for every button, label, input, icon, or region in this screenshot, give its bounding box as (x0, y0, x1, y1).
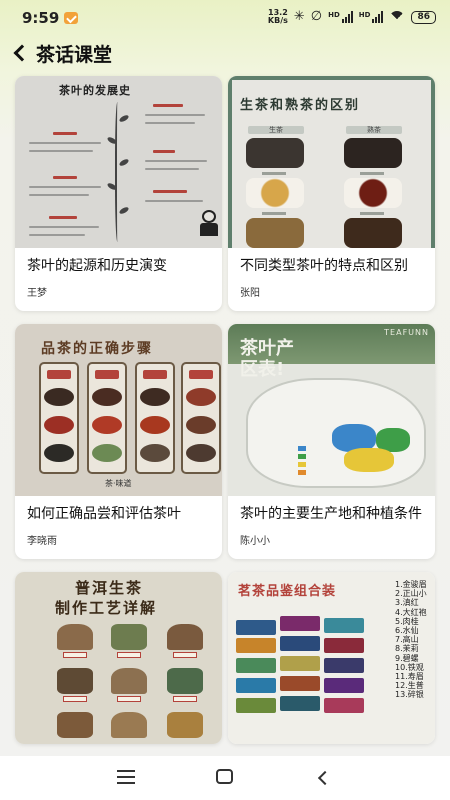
article-thumbnail: TEAFUNN 茶叶产区表! (228, 324, 435, 496)
bluetooth-icon: ✳ (293, 9, 305, 24)
article-author: 李晓雨 (27, 536, 57, 547)
article-title: 不同类型茶叶的特点和区别 (240, 258, 408, 274)
article-title: 茶叶的主要生产地和种植条件 (240, 506, 422, 522)
article-title: 如何正确品尝和评估茶叶 (27, 506, 181, 522)
article-card[interactable]: 茗茶品鉴组合装 1.金骏眉 2.正山小 3.滇红 4.大红袍 5.肉桂 6.水仙… (228, 572, 435, 744)
back-icon[interactable] (316, 770, 330, 784)
article-author: 王梦 (27, 288, 47, 299)
article-author: 张阳 (240, 288, 260, 299)
article-title: 茶叶的起源和历史演变 (27, 258, 167, 274)
signal-icon-2: HD (359, 11, 384, 23)
article-author: 陈小小 (240, 536, 270, 547)
cartoon-figure-image (198, 210, 220, 236)
article-thumbnail: 茗茶品鉴组合装 1.金骏眉 2.正山小 3.滇红 4.大红袍 5.肉桂 6.水仙… (228, 572, 435, 744)
network-speed: 13.2 KB/s (267, 8, 288, 25)
article-thumbnail: 普洱生茶 制作工艺详解 (15, 572, 222, 744)
article-card[interactable]: 品茶的正确步骤 茶·味道 如何正确品尝和评估茶叶 李晓雨 (15, 324, 222, 559)
article-thumbnail: 生茶和熟茶的区别 生茶 熟茶 (228, 76, 435, 248)
article-card[interactable]: 生茶和熟茶的区别 生茶 熟茶 不同类型茶叶的特点和区别 张阳 (228, 76, 435, 311)
thumbnail-tea-list: 1.金骏眉 2.正山小 3.滇红 4.大红袍 5.肉桂 6.水仙 7.高山 8.… (395, 580, 427, 700)
battery-icon: 86 (411, 10, 436, 24)
app-notification-icon (64, 12, 78, 24)
menu-icon[interactable] (117, 770, 135, 784)
article-thumbnail: 茶叶的发展史 (15, 76, 222, 248)
signal-icon: HD (328, 11, 353, 23)
article-card[interactable]: 普洱生茶 制作工艺详解 (15, 572, 222, 744)
article-card[interactable]: 茶叶的发展史 茶叶的起源和历史演变 王梦 (15, 76, 222, 311)
status-bar: 9:59 13.2 KB/s ✳ ∅ HD HD 86 (0, 0, 450, 36)
app-header: 茶话课堂 (0, 36, 450, 70)
article-thumbnail: 品茶的正确步骤 茶·味道 (15, 324, 222, 496)
thumbnail-heading: 普洱生茶 制作工艺详解 (55, 579, 158, 617)
page-title: 茶话课堂 (36, 44, 113, 66)
article-card[interactable]: TEAFUNN 茶叶产区表! 茶叶的主要生产地和种植条件 陈小小 (228, 324, 435, 559)
china-map-image (246, 378, 426, 488)
chevron-left-icon[interactable] (10, 40, 34, 66)
home-icon[interactable] (216, 769, 233, 784)
wifi-icon (389, 11, 406, 23)
mute-icon: ∅ (310, 9, 323, 24)
system-nav-bar (0, 756, 450, 800)
feed-column-right: 生茶和熟茶的区别 生茶 熟茶 不同类型茶叶的特点和区别 张阳 TEAFUNN 茶… (228, 76, 435, 757)
status-time: 9:59 (22, 9, 60, 27)
feed-column-left: 茶叶的发展史 茶叶的起源和历史演变 王梦 品茶的正确步骤 茶·味道 如何正确品尝… (15, 76, 222, 757)
